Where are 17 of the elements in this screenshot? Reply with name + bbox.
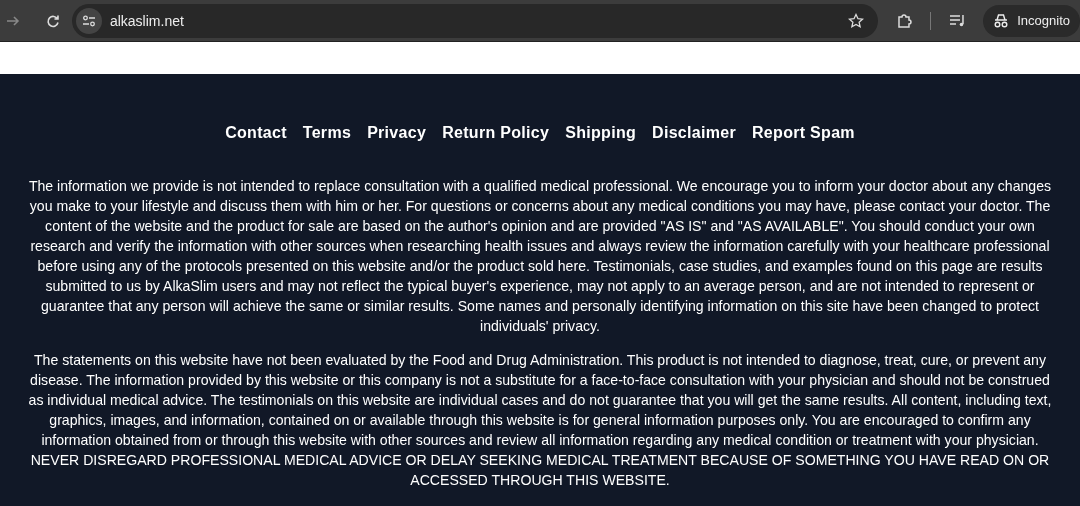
puzzle-icon[interactable] (896, 11, 915, 30)
incognito-icon (993, 13, 1010, 28)
footer-link[interactable]: Shipping (565, 124, 637, 142)
disclaimer-paragraph: The statements on this website have not been evaluated by the Food and Drug Administration. This product is not intended to diagnose, treat, cure, or prevent any disease. The information provided by this website or this company is not a substitute for a face-to-face consultation with your physician and should not be construed as individual medical advice. The testimonials on this website are individual cases and do not guarantee that you will get the same results. All content, including text, graphics, images, and information, contained on or available through this website is for general information purposes only. You are encouraged to confirm any information obtained from or through this website with other sources and review all information regarding any medical condition or treatment with your physician. NEVER DISREGARD PROFESSIONAL MEDICAL ADVICE OR DELAY SEEKING MEDICAL TREATMENT BECAUSE OF SOMETHING YOU HAVE READ ON OR ACCESSED THROUGH THIS WEBSITE. (27, 351, 1053, 490)
footer-link[interactable]: Disclaimer (652, 124, 736, 142)
reload-icon[interactable] (45, 13, 60, 28)
incognito-button[interactable]: Incognito (983, 4, 1080, 37)
address-bar[interactable]: alkaslim.net (71, 3, 879, 38)
footer-link[interactable]: Contact (225, 124, 287, 142)
footer-link[interactable]: Report Spam (752, 124, 855, 142)
footer-link[interactable]: Privacy (367, 124, 427, 142)
url-text: alkaslim.net (109, 12, 185, 29)
footer-link[interactable]: Return Policy (442, 124, 550, 142)
bookmark-star-icon[interactable] (848, 12, 865, 29)
disclaimer-paragraph: The information we provide is not intended to replace consultation with a qualified medical professional. We encourage you to inform your doctor about any changes you make to your lifestyle and discuss them with him or her. For questions or concerns about any medical conditions you may have, please contact your doctor. The content of the website and the product for sale are based on the author's opinion and are provided "AS IS" and "AS AVAILABLE". You should conduct your own research and verify the information with other sources when researching health issues and always review the information carefully with your healthcare professional before using any of the protocols presented on this website and/or the product sold here. Testimonials, case studies, and examples found on this page are results submitted to us by AlkaSlim users and may not reflect the typical buyer's experience, may not apply to an average person, and are not intended to represent or guarantee that any person will achieve the same or similar results. Some names and personally identifying information on this site have been changed to protect individuals' privacy. (27, 177, 1053, 336)
footer-link[interactable]: Terms (302, 124, 352, 142)
site-settings-icon[interactable] (75, 7, 102, 34)
